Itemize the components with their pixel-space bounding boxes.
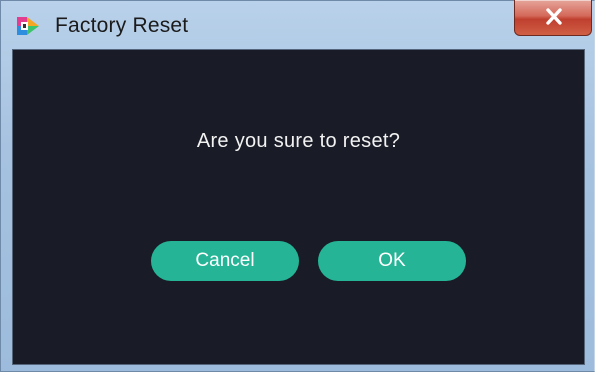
window-title: Factory Reset: [55, 14, 189, 37]
app-logo-icon: [15, 15, 41, 37]
title-bar[interactable]: Factory Reset: [1, 0, 595, 49]
close-icon: [546, 8, 562, 25]
ok-button[interactable]: OK: [318, 241, 466, 281]
confirmation-message: Are you sure to reset?: [196, 130, 401, 152]
cancel-button[interactable]: Cancel: [151, 241, 299, 281]
close-button[interactable]: [514, 0, 592, 36]
factory-reset-window: Factory Reset Are you sure to reset? Can…: [0, 0, 595, 372]
dialog-body: Are you sure to reset? Cancel OK: [12, 49, 585, 365]
